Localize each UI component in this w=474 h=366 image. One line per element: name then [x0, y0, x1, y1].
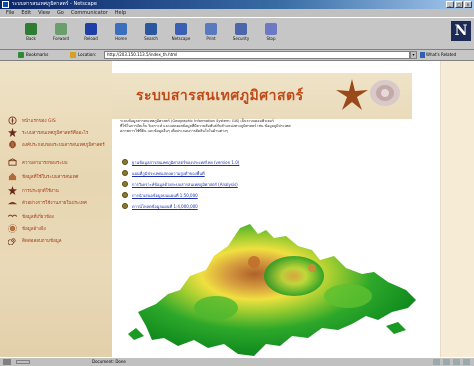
- component-bar: [433, 359, 470, 365]
- list-item: การนำเสนอข้อมูลบนแผนที่ 1:50,000: [120, 190, 420, 201]
- netscape-logo-icon: N: [451, 21, 471, 41]
- hat-icon: [8, 202, 17, 205]
- page-proxy-icon: [70, 52, 76, 58]
- netscape-app-icon: [2, 1, 9, 8]
- intro-line: สภาพการใช้ที่ดิน และข้อมูลอื่นๆ เพื่อประ…: [120, 129, 228, 133]
- window-title: ระบบสารสนเทศภูมิศาสตร์ - Netscape: [12, 1, 97, 7]
- sidebar-item-capabilities[interactable]: ความสามารถของระบบ: [8, 157, 112, 169]
- link-list: ฐานข้อมูลสารสนเทศภูมิศาสตร์ของประเทศไทย …: [120, 157, 420, 212]
- starfish-icon: [336, 79, 368, 110]
- maximize-button[interactable]: □: [455, 1, 463, 8]
- forward-arrow-icon: [55, 23, 67, 35]
- elevation-map-image: [128, 224, 416, 356]
- right-margin: [440, 61, 474, 357]
- content-link[interactable]: การนำเสนอข้อมูลบนแผนที่ 1:50,000: [132, 192, 198, 199]
- reload-button[interactable]: Reload: [78, 21, 104, 49]
- bullet-icon: [122, 203, 128, 209]
- list-item: แผนที่ภูมิประเทศแสดงความสูงต่ำของพื้นที่: [120, 168, 420, 179]
- menu-edit[interactable]: Edit: [21, 9, 31, 17]
- sidebar-item-what-is-gis[interactable]: ระบบสารสนเทศภูมิศาสตร์คืออะไร: [8, 127, 112, 139]
- page-banner: ระบบสารสนเทศภูมิศาสตร์: [112, 73, 412, 119]
- navigation-toolbar: Back Forward Reload Home Search Netscape…: [0, 17, 474, 50]
- navigator-icon[interactable]: [433, 359, 440, 365]
- netscape-button[interactable]: Netscape: [168, 21, 194, 49]
- print-button[interactable]: Print: [198, 21, 224, 49]
- status-bar: Document: Done: [0, 357, 474, 366]
- sidebar-item-data[interactable]: ข้อมูลที่ใช้ในระบบสารสนเทศ: [8, 171, 112, 183]
- bullet-icon: [122, 192, 128, 198]
- netscape-guide-icon: [175, 23, 187, 35]
- security-button[interactable]: Security: [228, 21, 254, 49]
- spiral-icon: [8, 238, 16, 245]
- close-button[interactable]: ×: [464, 1, 472, 8]
- box-icon: [8, 158, 17, 166]
- content-link[interactable]: ดาวน์โหลดข้อมูลแผนที่ 1:4,000,000: [132, 203, 198, 210]
- url-dropdown-button[interactable]: ▾: [410, 51, 417, 59]
- reload-icon: [85, 23, 97, 35]
- menu-go[interactable]: Go: [57, 9, 64, 17]
- menu-file[interactable]: File: [6, 9, 14, 17]
- menu-help[interactable]: Help: [115, 9, 126, 17]
- list-item: การวิเคราะห์ข้อมูลด้วยระบบสารสนเทศภูมิศา…: [120, 179, 420, 190]
- list-item: ฐานข้อมูลสารสนเทศภูมิศาสตร์ของประเทศไทย …: [120, 157, 420, 168]
- intro-text: ระบบข้อมูลสารสนเทศภูมิศาสตร์ (Geographic…: [120, 119, 420, 134]
- globe-icon: [8, 140, 17, 149]
- whats-related-button[interactable]: What's Related: [426, 52, 456, 57]
- content-link[interactable]: แผนที่ภูมิประเทศแสดงความสูงต่ำของพื้นที่: [132, 170, 205, 177]
- stop-icon: [265, 23, 277, 35]
- menu-bar: File Edit View Go Communicator Help: [0, 9, 474, 17]
- newsgroups-icon[interactable]: [453, 359, 460, 365]
- home-icon: [115, 23, 127, 35]
- bullet-icon: [122, 170, 128, 176]
- minimize-button[interactable]: _: [446, 1, 454, 8]
- back-button[interactable]: Back: [18, 21, 44, 49]
- sidebar-item-applications[interactable]: การประยุกต์ใช้งาน: [8, 185, 112, 197]
- star-icon: [8, 128, 17, 137]
- bird-icon: [8, 214, 17, 218]
- page-title: ระบบสารสนเทศภูมิศาสตร์: [136, 88, 304, 104]
- star-icon: [8, 186, 17, 195]
- location-bar: Bookmarks Location: http://203.150.113.5…: [0, 50, 474, 61]
- site-sidebar: หน้าแรกของ GIS ระบบสารสนเทศภูมิศาสตร์คือ…: [0, 61, 112, 357]
- bullet-icon: [122, 159, 128, 165]
- window-controls: _ □ ×: [446, 1, 472, 8]
- mail-icon[interactable]: [443, 359, 450, 365]
- url-input[interactable]: http://203.150.113.5/index_th.html: [104, 51, 410, 59]
- status-text: Document: Done: [92, 359, 126, 364]
- location-label: Location:: [78, 52, 97, 57]
- content-link[interactable]: ฐานข้อมูลสารสนเทศภูมิศาสตร์ของประเทศไทย …: [132, 159, 239, 166]
- content-link[interactable]: การวิเคราะห์ข้อมูลด้วยระบบสารสนเทศภูมิศา…: [132, 181, 238, 188]
- progress-indicator: [16, 360, 30, 364]
- seashell-icon: [370, 80, 400, 106]
- composer-icon[interactable]: [463, 359, 470, 365]
- printer-icon: [205, 23, 217, 35]
- house-icon: [8, 172, 17, 181]
- search-icon: [145, 23, 157, 35]
- sidebar-item-home[interactable]: หน้าแรกของ GIS: [8, 115, 112, 127]
- sidebar-item-related[interactable]: ข้อมูลที่เกี่ยวข้อง: [8, 211, 112, 223]
- window-titlebar: ระบบสารสนเทศภูมิศาสตร์ - Netscape _ □ ×: [0, 0, 474, 9]
- forward-button[interactable]: Forward: [48, 21, 74, 49]
- sidebar-item-references[interactable]: ข้อมูลอ้างอิง: [8, 223, 112, 235]
- security-status-icon[interactable]: [3, 359, 11, 365]
- search-button[interactable]: Search: [138, 21, 164, 49]
- menu-view[interactable]: View: [38, 9, 50, 17]
- menu-communicator[interactable]: Communicator: [71, 9, 108, 17]
- lock-icon: [235, 23, 247, 35]
- page-viewport: หน้าแรกของ GIS ระบบสารสนเทศภูมิศาสตร์คือ…: [0, 61, 474, 357]
- bookmarks-icon: [18, 52, 24, 58]
- compass-icon: [8, 116, 17, 125]
- sidebar-item-examples[interactable]: ตัวอย่างการใช้งานภายในประเทศ: [8, 197, 112, 209]
- back-arrow-icon: [25, 23, 37, 35]
- stop-button[interactable]: Stop: [258, 21, 284, 49]
- bullet-icon: [122, 181, 128, 187]
- home-button[interactable]: Home: [108, 21, 134, 49]
- sun-icon: [8, 224, 17, 233]
- whats-related-icon: [420, 52, 425, 58]
- sidebar-item-components[interactable]: องค์ประกอบของระบบสารสนเทศภูมิศาสตร์: [8, 139, 112, 151]
- bookmarks-button[interactable]: Bookmarks: [26, 52, 48, 57]
- sidebar-item-contact[interactable]: ติดต่อสอบถามข้อมูล: [8, 235, 112, 247]
- list-item: ดาวน์โหลดข้อมูลแผนที่ 1:4,000,000: [120, 201, 420, 212]
